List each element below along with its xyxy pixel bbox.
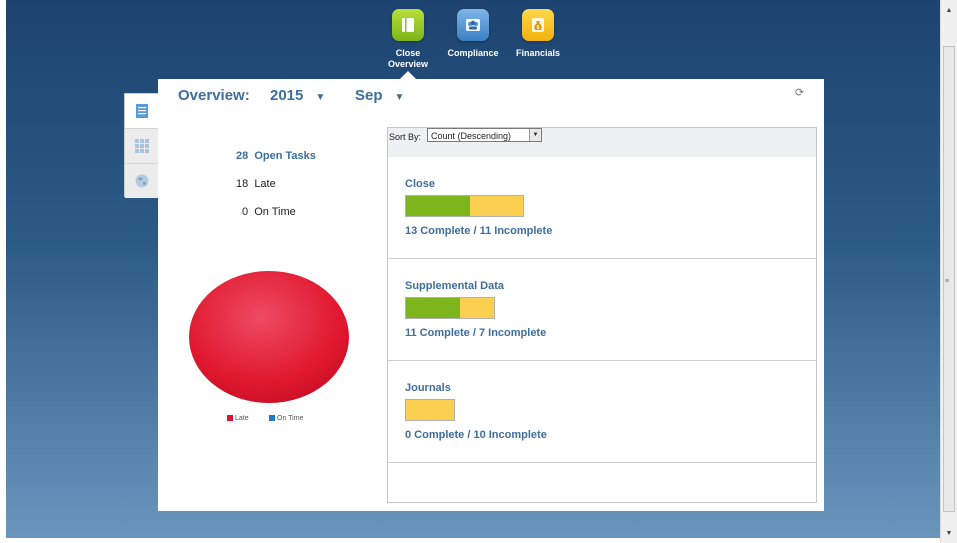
pie-slice-late[interactable] — [189, 271, 349, 403]
progress-bar — [405, 399, 455, 421]
legend-label: On Time — [277, 415, 304, 422]
legend-item-on-time: On Time — [269, 415, 303, 422]
nav-close-overview[interactable]: Close Overview — [373, 9, 443, 70]
legend-item-late: Late — [227, 415, 249, 422]
task-group-list: Sort By: Count (Descending) ▼ Close 13 C… — [387, 127, 817, 503]
tab-map-view[interactable] — [125, 164, 158, 198]
open-label: Open Tasks — [254, 150, 316, 162]
chevron-down-icon[interactable]: ▼ — [529, 129, 541, 141]
late-count: 18 — [236, 178, 249, 190]
progress-bar — [405, 195, 524, 217]
nav-compliance[interactable]: Compliance — [438, 9, 508, 59]
scroll-grip-icon: ≡ — [945, 278, 950, 285]
bottom-strip — [0, 538, 957, 543]
group-name: Supplemental Data — [405, 280, 505, 292]
view-tabs — [124, 93, 158, 198]
globe-icon — [135, 174, 149, 188]
group-close[interactable]: Close 13 Complete / 11 Incomplete — [388, 157, 816, 259]
group-status: 13 Complete / 11 Incomplete — [405, 225, 553, 237]
group-status: 11 Complete / 7 Incomplete — [405, 327, 547, 339]
sort-dropdown[interactable]: Count (Descending) ▼ — [427, 128, 542, 142]
chevron-down-icon: ▼ — [394, 92, 405, 103]
late-stat: 18 Late — [236, 178, 276, 190]
tab-list-view[interactable] — [125, 94, 158, 129]
nav-label: Financials — [515, 48, 560, 58]
group-status: 0 Complete / 10 Incomplete — [405, 429, 547, 441]
nav-label: Close — [395, 48, 421, 58]
open-tasks-pie-chart — [189, 271, 349, 403]
ontime-count: 0 — [242, 206, 249, 218]
active-nav-pointer — [400, 71, 416, 79]
sort-label: Sort By: — [389, 132, 422, 142]
group-name: Journals — [405, 382, 451, 394]
ontime-label: On Time — [254, 206, 296, 218]
progress-bar — [405, 297, 495, 319]
money-bag-icon: $ — [522, 9, 554, 41]
nav-financials[interactable]: $ Financials — [503, 9, 573, 59]
progress-complete — [406, 298, 460, 318]
book-icon — [392, 9, 424, 41]
vertical-scrollbar[interactable]: ▲ ≡ ▼ — [940, 0, 957, 543]
progress-complete — [406, 196, 470, 216]
chevron-down-icon: ▼ — [315, 92, 326, 103]
year-value: 2015 — [270, 87, 304, 104]
progress-incomplete — [460, 298, 494, 318]
nav-label: Compliance — [447, 48, 499, 58]
late-label: Late — [254, 178, 276, 190]
group-journals[interactable]: Journals 0 Complete / 10 Incomplete — [388, 361, 816, 463]
group-supplemental-data[interactable]: Supplemental Data 11 Complete / 7 Incomp… — [388, 259, 816, 361]
open-count: 28 — [236, 150, 249, 162]
list-view-icon — [136, 104, 148, 118]
legend-swatch — [269, 415, 275, 422]
legend-label: Late — [235, 415, 249, 422]
people-icon — [457, 9, 489, 41]
sort-selected: Count (Descending) — [431, 131, 512, 141]
progress-incomplete — [470, 196, 523, 216]
sort-bar: Sort By: Count (Descending) ▼ — [388, 128, 816, 157]
grid-view-icon — [135, 139, 149, 153]
overview-title: Overview: — [178, 87, 250, 104]
ontime-stat: 0 On Time — [242, 206, 296, 218]
scroll-up-arrow-icon[interactable]: ▲ — [941, 4, 957, 18]
progress-incomplete — [406, 400, 454, 420]
scroll-down-arrow-icon[interactable]: ▼ — [941, 527, 957, 541]
year-selector[interactable]: 2015 ▼ — [270, 87, 325, 104]
nav-label: Overview — [387, 59, 429, 69]
month-value: Sep — [355, 87, 383, 104]
svg-text:$: $ — [537, 25, 540, 31]
open-tasks-stat[interactable]: 28 Open Tasks — [236, 150, 316, 162]
month-selector[interactable]: Sep ▼ — [355, 87, 404, 104]
group-name: Close — [405, 178, 435, 190]
tab-grid-view[interactable] — [125, 129, 158, 164]
legend-swatch — [227, 415, 233, 422]
refresh-icon[interactable]: ⟳ — [795, 86, 804, 99]
